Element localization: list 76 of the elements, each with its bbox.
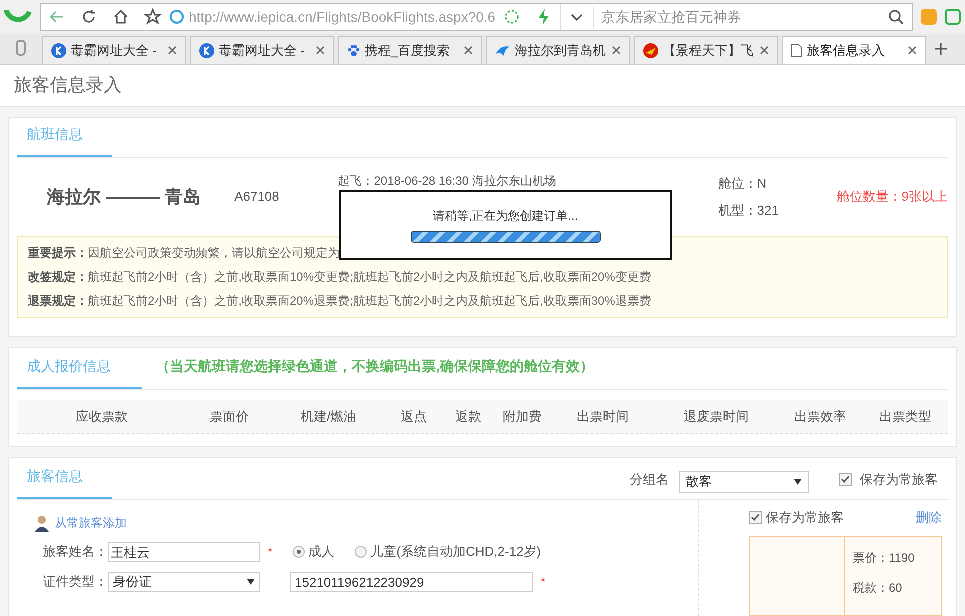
bird-icon (495, 44, 511, 58)
star-icon[interactable] (144, 8, 162, 26)
tab-label: 携程_百度搜索 (365, 42, 452, 60)
globe-icon (169, 9, 185, 25)
tab-label: 旅客信息录入 (807, 42, 886, 60)
seat-count: 舱位数量：9张以上 (836, 188, 948, 206)
radio-label: 成人 (308, 543, 335, 562)
checkbox[interactable] (839, 472, 852, 486)
route: 海拉尔 ——— 青岛 (47, 186, 202, 208)
fare-text: 票价：1190 (853, 550, 915, 566)
column-header: 票面价 (209, 408, 250, 426)
column-header: 出票类型 (878, 408, 932, 426)
browser-tab[interactable]: 【景程天下】飞 (634, 36, 778, 64)
loading-message: 请稍等,正在为您创建订单... (432, 208, 578, 225)
cabin-class: 舱位：N (718, 174, 768, 192)
tax-text: 税款：60 (853, 580, 904, 596)
departure-info: 起飞：2018-06-28 16:30 海拉尔东山机场 (338, 173, 558, 190)
column-header: 机建/燃油 (300, 408, 358, 426)
close-icon[interactable] (464, 46, 473, 55)
field-label: 证件类型： (42, 573, 108, 592)
checkbox-label: 保存为常旅客 (766, 509, 844, 527)
id-number-field[interactable]: 152101196212230929 (290, 572, 533, 592)
required-mark: * (541, 574, 546, 591)
column-header: 退废票时间 (682, 408, 750, 426)
browser-tab[interactable]: 旅客信息录入 (782, 36, 926, 64)
channel-hint: （当天航班请您选择绿色通道，不换编码出票,确保保障您的舱位有效） (156, 357, 594, 376)
radio-button[interactable] (354, 546, 367, 558)
column-header: 附加费 (502, 408, 544, 426)
tab-label: 毒霸网址大全 - (219, 42, 306, 60)
browser-logo-icon (4, 10, 32, 24)
paw-icon (347, 44, 361, 58)
notice-text: 重要提示：因航空公司政策变动频繁，请以航空公司规定为 (28, 245, 341, 262)
flight-number: A67108 (234, 188, 280, 206)
field-label: 旅客姓名： (42, 543, 108, 562)
round-logo-icon (643, 42, 659, 58)
page-title: 旅客信息录入 (14, 74, 122, 97)
column-header: 应收票款 (75, 408, 130, 426)
close-icon[interactable] (168, 46, 177, 55)
search-icon[interactable] (887, 8, 905, 26)
column-header: 返款 (454, 408, 482, 426)
new-tab-icon[interactable] (934, 42, 948, 56)
k-logo-icon (51, 42, 67, 58)
checkbox-label: 保存为常旅客 (860, 470, 938, 488)
radio-label: 儿童(系统自动加CHD,2-12岁) (370, 543, 542, 562)
column-header: 返点 (400, 408, 428, 426)
search-field[interactable]: 京东居家立抢百元神券 (592, 6, 880, 28)
close-icon[interactable] (612, 46, 621, 55)
browser-tab[interactable]: 海拉尔到青岛机 (486, 36, 630, 64)
notice-text: 退票规定：航班起飞前2小时（含）之前,收取票面20%退票费;航班起飞前2小时之内及航班起飞后,收取票面30%退票费 (28, 293, 652, 310)
notice-text: 改签规定：航班起飞前2小时（含）之前,收取票面10%变更费;航班起飞前2小时之内及航班起飞后,收取票面20%变更费 (28, 269, 652, 286)
close-icon[interactable] (908, 46, 917, 55)
required-mark: * (268, 544, 273, 561)
tab-label: 毒霸网址大全 - (71, 42, 158, 60)
column-header: 出票时间 (576, 408, 630, 426)
k-logo-icon (199, 42, 215, 58)
radio-button[interactable] (292, 546, 305, 558)
browser-tab[interactable]: 毒霸网址大全 - (42, 36, 186, 64)
browser-tab[interactable]: 携程_百度搜索 (338, 36, 482, 64)
checkbox[interactable] (749, 511, 762, 524)
aircraft-type: 机型：321 (718, 202, 780, 220)
browser-tab[interactable]: 毒霸网址大全 - (190, 36, 334, 64)
caret-icon (794, 479, 802, 485)
page-icon (791, 44, 803, 58)
tab-label: 海拉尔到青岛机 (515, 42, 607, 60)
close-icon[interactable] (316, 46, 325, 55)
tab-label: 【景程天下】飞 (663, 42, 755, 60)
column-header: 出票效率 (793, 408, 848, 426)
person-icon (33, 514, 51, 532)
home-icon[interactable] (112, 8, 130, 26)
id-type-select[interactable]: 身份证 (108, 572, 260, 592)
name-field[interactable]: 王桂云 (108, 542, 260, 562)
reload-icon[interactable] (80, 8, 98, 26)
group-label: 分组名 (630, 470, 669, 488)
caret-icon (247, 579, 255, 585)
close-icon[interactable] (760, 46, 769, 55)
group-select[interactable]: 散客 (679, 471, 809, 493)
